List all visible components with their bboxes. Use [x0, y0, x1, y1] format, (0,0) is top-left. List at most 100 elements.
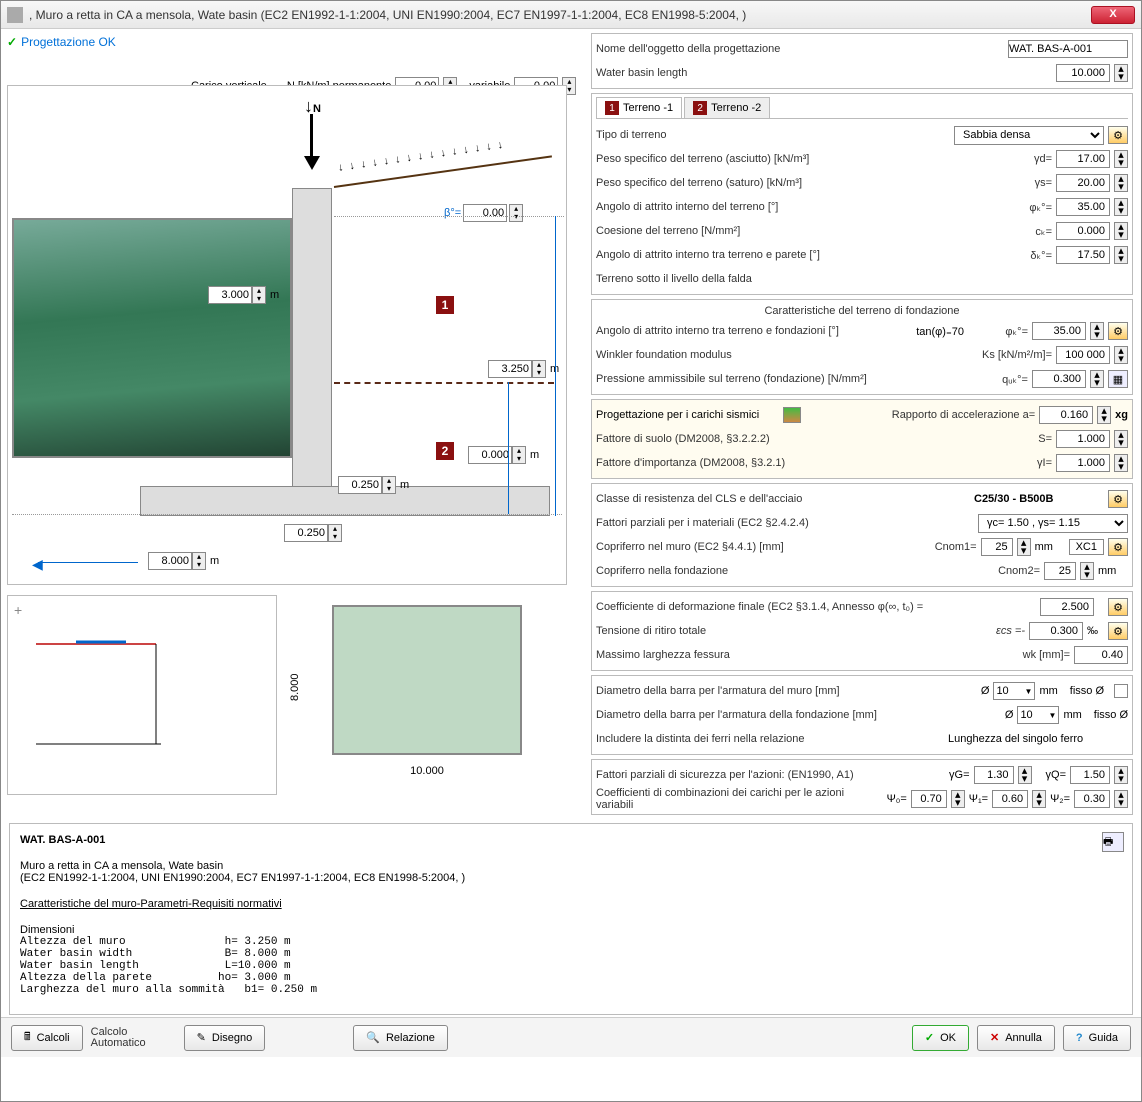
- h-water-input[interactable]: [468, 446, 512, 464]
- status-ok: Progettazione OK: [7, 35, 581, 49]
- safety-partial-label: Fattori parziali di sicurezza per l'azio…: [596, 769, 945, 781]
- gG-input[interactable]: [974, 766, 1014, 784]
- rebar-found-sym: Ø: [1005, 709, 1014, 721]
- window-title: , Muro a retta in CA a mensola, Wate bas…: [29, 8, 1091, 22]
- phi-spinner[interactable]: ▴▾: [1114, 198, 1128, 216]
- ritiro-input[interactable]: [1029, 622, 1083, 640]
- obj-name-input[interactable]: [1008, 40, 1128, 58]
- psi1-input[interactable]: [992, 790, 1028, 808]
- h-total-input[interactable]: [488, 360, 532, 378]
- crack-input[interactable]: [1074, 646, 1128, 664]
- accel-ratio-input[interactable]: [1039, 406, 1093, 424]
- ok-button[interactable]: ✓OK: [912, 1025, 969, 1051]
- disegno-button[interactable]: ✎Disegno: [184, 1025, 266, 1051]
- cover-wall-unit: mm: [1035, 541, 1065, 553]
- class-btn[interactable]: ⚙: [1108, 490, 1128, 508]
- permille-label: ‰: [1087, 625, 1098, 637]
- tan-label: tan(φ)₌70: [916, 325, 964, 338]
- cohesion-spinner[interactable]: ▴▾: [1114, 222, 1128, 240]
- delta-input[interactable]: [1056, 246, 1110, 264]
- annulla-button[interactable]: ✕Annulla: [977, 1025, 1055, 1051]
- cover-wall-input[interactable]: [981, 538, 1013, 556]
- cover-found-input[interactable]: [1044, 562, 1076, 580]
- guida-button[interactable]: ?Guida: [1063, 1025, 1131, 1051]
- calcoli-button[interactable]: 🖩Calcoli: [11, 1025, 83, 1051]
- gamma-s-spinner[interactable]: ▴▾: [1114, 174, 1128, 192]
- t-foot-spinner[interactable]: ▴▾: [382, 476, 396, 494]
- cover-found-spinner[interactable]: ▴▾: [1080, 562, 1094, 580]
- t-stem-spinner[interactable]: ▴▾: [328, 524, 342, 542]
- relazione-button[interactable]: 🔍Relazione: [353, 1025, 448, 1051]
- delta-spinner[interactable]: ▴▾: [1114, 246, 1128, 264]
- rebar-wall-select[interactable]: 10▼: [993, 682, 1035, 700]
- gQ-input[interactable]: [1070, 766, 1110, 784]
- class-value: C25/30 - B500B: [974, 493, 1104, 505]
- cover-found-label: Copriferro nella fondazione: [596, 565, 976, 577]
- b-foot-spinner[interactable]: ▴▾: [192, 552, 206, 570]
- importance-input[interactable]: [1056, 454, 1110, 472]
- h-wall-spinner[interactable]: ▴▾: [252, 286, 266, 304]
- rebar-found-select[interactable]: 10▼: [1017, 706, 1059, 724]
- suolo-input[interactable]: [1056, 430, 1110, 448]
- psi2-spinner[interactable]: ▴▾: [1114, 790, 1128, 808]
- pressure-spinner[interactable]: ▴▾: [1090, 370, 1104, 388]
- tab-terreno-2[interactable]: 2Terreno -2: [684, 97, 770, 118]
- print-button[interactable]: 🖶: [1102, 832, 1124, 852]
- winkler-spinner[interactable]: ▴▾: [1114, 346, 1128, 364]
- partial-mat-label: Fattori parziali per i materiali (EC2 §2…: [596, 517, 974, 529]
- deform-coef-btn[interactable]: ⚙: [1108, 598, 1128, 616]
- phi-f-label: Angolo di attrito interno tra terreno e …: [596, 325, 912, 337]
- accel-ratio-spinner[interactable]: ▴▾: [1097, 406, 1111, 424]
- rebar-wall-check[interactable]: [1114, 684, 1128, 698]
- cover-wall-btn[interactable]: ⚙: [1108, 538, 1128, 556]
- psi0-spinner[interactable]: ▴▾: [951, 790, 965, 808]
- partial-mat-select[interactable]: γc= 1.50 , γs= 1.15: [978, 514, 1128, 533]
- cohesion-input[interactable]: [1056, 222, 1110, 240]
- h-total-spinner[interactable]: ▴▾: [532, 360, 546, 378]
- importance-spinner[interactable]: ▴▾: [1114, 454, 1128, 472]
- pressure-btn[interactable]: ▦: [1108, 370, 1128, 388]
- x-icon: ✕: [990, 1031, 999, 1044]
- psi1-spinner[interactable]: ▴▾: [1032, 790, 1046, 808]
- h-water-spinner[interactable]: ▴▾: [512, 446, 526, 464]
- psi2-input[interactable]: [1074, 790, 1110, 808]
- cover-wall-sym: Cnom1=: [917, 541, 977, 553]
- obj-name-label: Nome dell'oggetto della progettazione: [596, 43, 1004, 55]
- cover-wall-spinner[interactable]: ▴▾: [1017, 538, 1031, 556]
- suolo-spinner[interactable]: ▴▾: [1114, 430, 1128, 448]
- beta-spinner[interactable]: ▴▾: [509, 204, 523, 222]
- report-l1: Altezza del muro h= 3.250 m: [20, 936, 1122, 948]
- winkler-input[interactable]: [1056, 346, 1110, 364]
- gamma-d-input[interactable]: [1056, 150, 1110, 168]
- gamma-d-spinner[interactable]: ▴▾: [1114, 150, 1128, 168]
- t-stem-input[interactable]: [284, 524, 328, 542]
- h-wall-input[interactable]: [208, 286, 252, 304]
- pressure-input[interactable]: [1032, 370, 1086, 388]
- single-length-label: Lunghezza del singolo ferro: [948, 733, 1128, 745]
- phi-f-btn[interactable]: ⚙: [1108, 322, 1128, 340]
- gamma-s-input[interactable]: [1056, 174, 1110, 192]
- importance-label: Fattore d'importanza (DM2008, §3.2.1): [596, 457, 988, 469]
- t-foot-input[interactable]: [338, 476, 382, 494]
- phi-input[interactable]: [1056, 198, 1110, 216]
- soil-type-select[interactable]: Sabbia densa: [954, 126, 1104, 145]
- soil-type-label: Tipo di terreno: [596, 129, 950, 141]
- gamma-s-label: Peso specifico del terreno (saturo) [kN/…: [596, 177, 988, 189]
- phi-f-spinner[interactable]: ▴▾: [1090, 322, 1104, 340]
- b-foot-input[interactable]: [148, 552, 192, 570]
- close-button[interactable]: X: [1091, 6, 1135, 24]
- zoom-icon[interactable]: +: [14, 602, 22, 618]
- report-desc: Muro a retta in CA a mensola, Wate basin: [20, 860, 1122, 872]
- basin-length-input[interactable]: [1056, 64, 1110, 82]
- phi-f-input[interactable]: [1032, 322, 1086, 340]
- deform-coef-input[interactable]: [1040, 598, 1094, 616]
- beta-input[interactable]: [463, 204, 507, 222]
- psi0-input[interactable]: [911, 790, 947, 808]
- gG-spinner[interactable]: ▴▾: [1018, 766, 1032, 784]
- basin-length-spinner[interactable]: ▴▾: [1114, 64, 1128, 82]
- gQ-spinner[interactable]: ▴▾: [1114, 766, 1128, 784]
- ritiro-btn[interactable]: ⚙: [1108, 622, 1128, 640]
- basin-length-label: Water basin length: [596, 67, 1052, 79]
- soil-type-btn[interactable]: ⚙: [1108, 126, 1128, 144]
- tab-terreno-1[interactable]: 1Terreno -1: [596, 97, 682, 118]
